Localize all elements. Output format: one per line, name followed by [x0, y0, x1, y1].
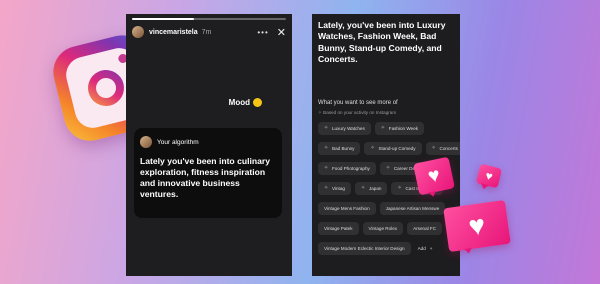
- mood-label: Mood: [228, 98, 250, 107]
- interest-chip-label: Vintage Patek: [324, 226, 353, 231]
- plus-icon: +: [429, 246, 433, 251]
- interest-chip-label: Vintag: [332, 186, 345, 191]
- algorithm-card-text: Lately you've been into culinary explora…: [140, 156, 271, 199]
- add-interest-button[interactable]: Add +: [415, 242, 436, 255]
- heart-icon: ♥: [425, 164, 443, 188]
- interest-chip[interactable]: Vintage Modern Eclectic Interior Design: [318, 242, 411, 255]
- heart-bubble: ♥: [475, 163, 503, 189]
- interest-chip[interactable]: ✧ Japan: [354, 182, 388, 195]
- algorithm-card-header: Your algorithm: [140, 136, 199, 148]
- sparkle-icon: ✧: [324, 125, 329, 131]
- sparkle-icon: ✧: [380, 125, 385, 131]
- interests-title: Lately, you've been into Luxury Watches,…: [318, 20, 446, 65]
- interest-chip-label: Concerts: [439, 146, 458, 151]
- smiling-face-icon: [253, 98, 262, 107]
- interest-chip[interactable]: ✧ Luxury Watches: [318, 122, 371, 135]
- close-icon[interactable]: ✕: [277, 26, 286, 39]
- interest-chip-label: Stand-up Comedy: [378, 146, 416, 151]
- interests-screen: Lately, you've been into Luxury Watches,…: [312, 14, 460, 276]
- story-time: 7m: [201, 28, 212, 36]
- sparkle-icon: ✧: [324, 185, 329, 191]
- interest-chip[interactable]: Vintage Patek: [318, 222, 359, 235]
- interest-chip-label: Vintage Mens Fashion: [324, 206, 370, 211]
- interest-chip-label: Japan: [368, 186, 382, 191]
- sparkle-icon: ✧: [324, 165, 329, 171]
- story-header: vincemaristela 7m ••• ✕: [132, 24, 286, 40]
- story-username[interactable]: vincemaristela: [149, 29, 198, 36]
- heart-bubble: ♥: [443, 199, 511, 253]
- interest-chip-label: Fashion Week: [388, 126, 419, 131]
- algorithm-card-heading: Your algorithm: [157, 138, 199, 146]
- interests-subprompt-text: Based on your activity on Instagram: [323, 110, 397, 115]
- interests-subprompt: ✧ Based on your activity on Instagram: [318, 110, 396, 116]
- story-progress-fill: [132, 18, 194, 20]
- interest-chip-label: Bad Bunny: [332, 146, 355, 151]
- interest-chip[interactable]: Japanese Artisan Menswe: [379, 202, 446, 215]
- sparkle-icon: ✧: [431, 145, 436, 151]
- story-screen: vincemaristela 7m ••• ✕ Mood Your algori…: [126, 14, 292, 276]
- story-progress-bar: [132, 18, 286, 20]
- interest-chip-label: Arsenal FC: [413, 226, 437, 231]
- interest-chip[interactable]: ✧ Stand-up Comedy: [364, 142, 422, 155]
- interest-chip[interactable]: ✧ Fashion Week: [374, 122, 425, 135]
- interest-chip-label: Luxury Watches: [332, 126, 365, 131]
- interest-chip[interactable]: Arsenal FC: [407, 222, 443, 235]
- interest-chip-list: ✧ Luxury Watches ✧ Fashion Week ✧ Bad Bunny ✧ S…: [318, 122, 460, 262]
- sparkle-icon: ✧: [397, 185, 402, 191]
- sparkle-icon: ✧: [370, 145, 375, 151]
- sparkle-icon: ✧: [385, 165, 391, 171]
- interest-chip-label: Vintage Modern Eclectic Interior Design: [324, 246, 405, 251]
- interest-chip-label: Vintage Rolex: [368, 226, 398, 231]
- more-dots-icon[interactable]: •••: [257, 28, 268, 37]
- heart-icon: ♥: [483, 168, 495, 184]
- interest-chip-label: Japanese Artisan Menswe: [385, 206, 440, 211]
- add-interest-label: Add: [417, 246, 426, 251]
- interest-chip[interactable]: ✧ Vintag: [318, 182, 351, 195]
- sparkle-icon: ✧: [324, 145, 329, 151]
- avatar: [140, 136, 152, 148]
- sparkle-icon: ✧: [360, 185, 366, 191]
- interests-prompt: What you want to see more of: [318, 100, 398, 106]
- interest-chip-label: Food Photography: [332, 166, 370, 171]
- interest-chip[interactable]: ✧ Bad Bunny: [318, 142, 361, 155]
- interest-chip[interactable]: ✧ Food Photography: [318, 162, 376, 175]
- interest-chip[interactable]: Vintage Mens Fashion: [318, 202, 376, 215]
- interest-chip[interactable]: Vintage Rolex: [362, 222, 404, 235]
- heart-icon: ♥: [466, 208, 488, 243]
- mood-sticker: Mood: [229, 98, 262, 107]
- interest-chip[interactable]: ✧ Concerts: [425, 142, 460, 155]
- algorithm-card: Your algorithm Lately you've been into c…: [134, 128, 282, 218]
- avatar[interactable]: [132, 26, 144, 38]
